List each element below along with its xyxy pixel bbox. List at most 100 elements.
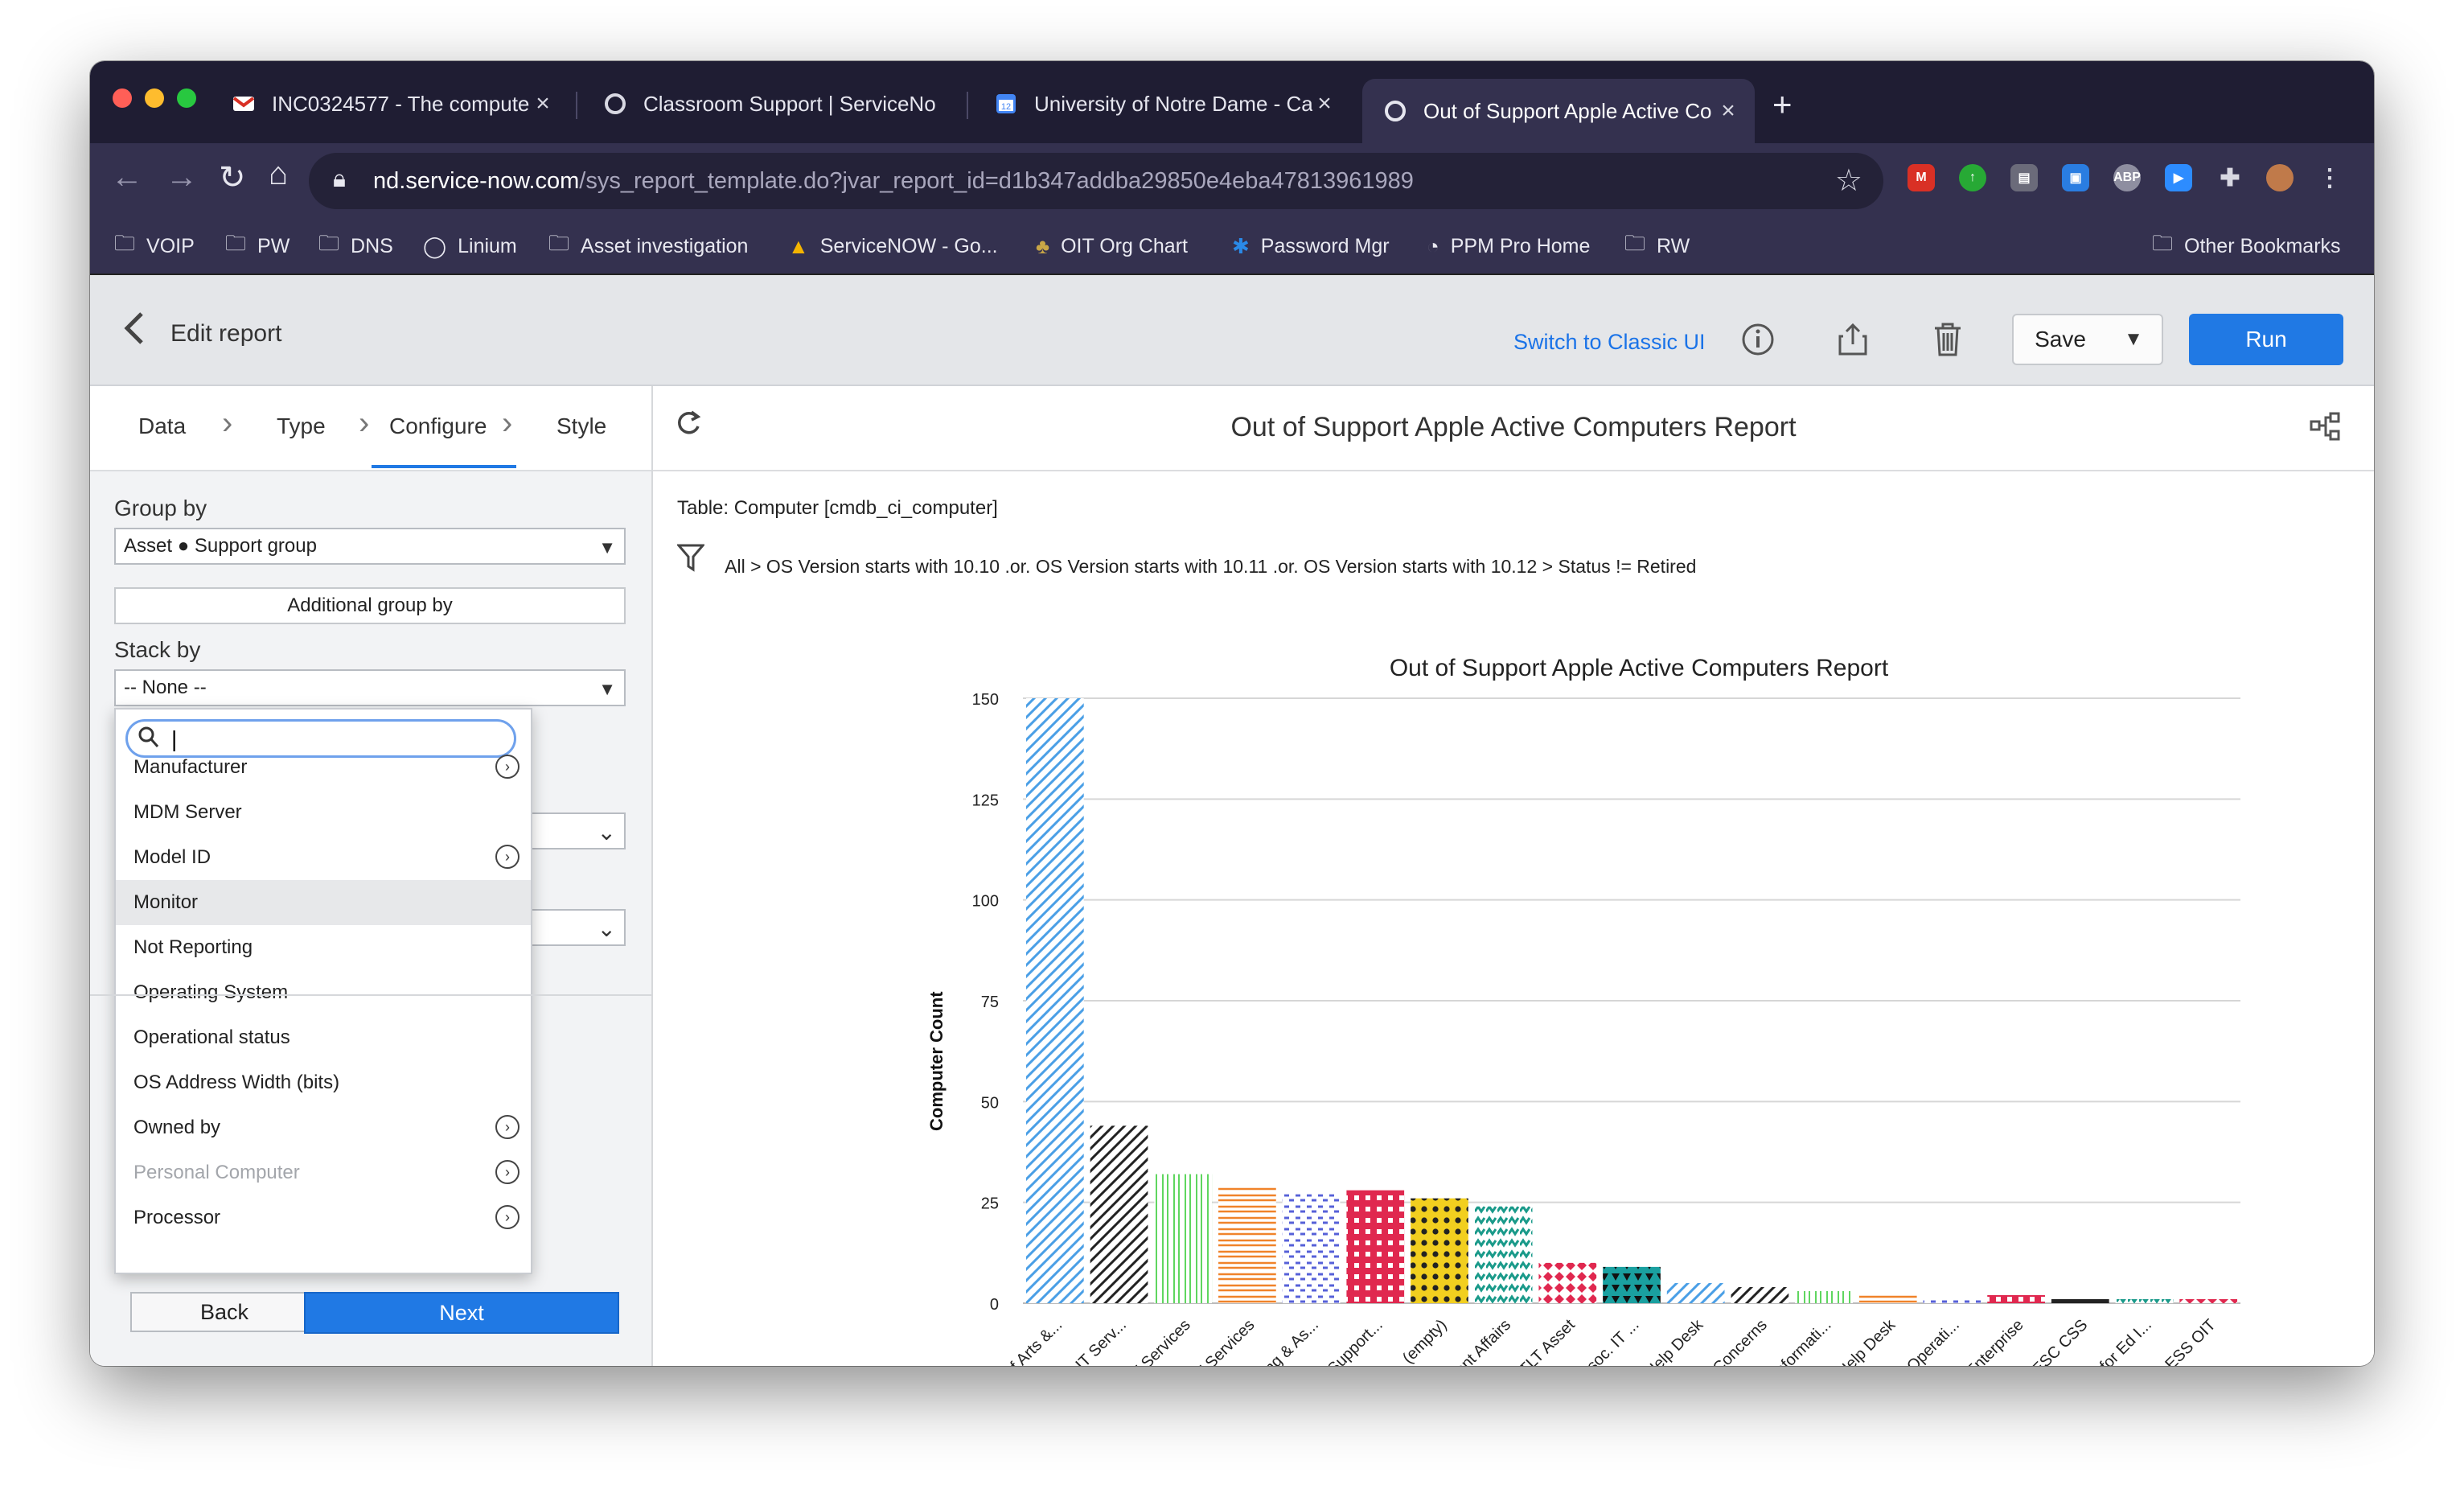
dropdown-option[interactable]: MDM Server	[116, 790, 531, 835]
next-button[interactable]: Next	[304, 1292, 619, 1334]
chevron-right-circle-icon[interactable]: ›	[495, 1205, 519, 1229]
bar[interactable]	[1154, 1174, 1213, 1303]
dropdown-option[interactable]: OS Address Width (bits)	[116, 1060, 531, 1105]
bookmark-asset-investigation[interactable]: 🗀︎ Asset investigation	[548, 230, 748, 262]
adblock-icon[interactable]: ABP	[2113, 164, 2141, 191]
group-by-select[interactable]: Asset ● Support group ▼	[114, 528, 626, 565]
filter-icon[interactable]	[676, 544, 706, 578]
share-icon[interactable]	[1837, 322, 1869, 365]
maximize-window-button[interactable]	[177, 88, 196, 108]
dropdown-option[interactable]: Manufacturer ›	[116, 745, 531, 790]
y-tick-label: 125	[972, 792, 999, 809]
browser-tab-active[interactable]: Out of Support Apple Active Co ×	[1362, 79, 1755, 143]
bar[interactable]	[1218, 1186, 1276, 1303]
hierarchy-icon[interactable]	[2310, 412, 2342, 448]
bar[interactable]	[1987, 1294, 2045, 1303]
chevron-right-circle-icon[interactable]: ›	[495, 1160, 519, 1184]
caret-down-icon: ▼	[2124, 328, 2143, 350]
bookmark-star-icon[interactable]: ☆	[1835, 162, 1862, 199]
address-bar[interactable]: 🔒︎ nd.service-now.com/sys_report_templat…	[309, 153, 1883, 209]
bar[interactable]	[1858, 1294, 1917, 1303]
chevron-right-circle-icon[interactable]: ›	[495, 755, 519, 779]
obscured-select[interactable]: ⌄	[524, 812, 626, 849]
home-icon[interactable]: ⌂	[269, 156, 288, 192]
obscured-select[interactable]: ⌄	[524, 909, 626, 946]
extension-icon[interactable]: ▤	[2010, 164, 2038, 191]
dropdown-option-highlighted[interactable]: Monitor	[116, 880, 531, 925]
chevron-down-icon: ⌄	[597, 916, 616, 941]
bar[interactable]	[1731, 1286, 1789, 1303]
bar[interactable]	[1346, 1190, 1405, 1303]
profile-avatar[interactable]	[2266, 164, 2294, 191]
bar[interactable]	[1538, 1262, 1597, 1303]
tab-title: INC0324577 - The computer in	[272, 91, 531, 116]
bar[interactable]	[1411, 1198, 1468, 1303]
chevron-right-circle-icon[interactable]: ›	[495, 845, 519, 869]
chevron-left-icon[interactable]	[122, 311, 146, 356]
reload-icon[interactable]: ↻	[219, 159, 246, 196]
config-pane: Data › Type › Configure › Style Group by…	[90, 386, 653, 1366]
back-arrow-icon[interactable]: ←	[111, 159, 143, 195]
dropdown-option[interactable]: Owned by ›	[116, 1105, 531, 1150]
bar[interactable]	[1923, 1298, 1981, 1303]
bar[interactable]	[1795, 1290, 1853, 1303]
bookmark-voip[interactable]: 🗀︎ VOIP	[114, 230, 195, 262]
step-configure[interactable]: Configure	[389, 413, 487, 439]
y-tick-label: 75	[981, 993, 999, 1011]
gmail-extension-icon[interactable]: M	[1908, 164, 1935, 191]
y-tick-label: 0	[990, 1296, 999, 1314]
bookmark-password-mgr[interactable]: ✱ Password Mgr	[1232, 230, 1390, 262]
bookmark-pw[interactable]: 🗀︎ PW	[225, 230, 290, 262]
step-data[interactable]: Data	[138, 413, 186, 439]
browser-tab[interactable]: 12 University of Notre Dame - Cal ×	[973, 74, 1351, 134]
extension-icon[interactable]: ↑	[1959, 164, 1986, 191]
back-button[interactable]: Back	[130, 1292, 318, 1332]
servicenow-icon	[603, 92, 627, 116]
additional-group-by-button[interactable]: Additional group by	[114, 587, 626, 624]
bar[interactable]	[1666, 1282, 1725, 1303]
step-type[interactable]: Type	[277, 413, 326, 439]
bar[interactable]	[1282, 1194, 1341, 1303]
bar[interactable]	[2115, 1298, 2174, 1303]
extension-icon[interactable]: ▣	[2062, 164, 2089, 191]
delete-trash-icon[interactable]	[1932, 322, 1964, 365]
new-tab-icon[interactable]: +	[1772, 85, 1793, 124]
extensions-puzzle-icon[interactable]: ✚	[2216, 164, 2244, 191]
bar[interactable]	[2179, 1298, 2238, 1303]
close-tab-icon[interactable]: ×	[1312, 90, 1337, 117]
close-tab-icon[interactable]: ×	[1716, 97, 1740, 125]
bookmark-oit-org-chart[interactable]: ♣ OIT Org Chart	[1036, 230, 1188, 262]
close-tab-icon[interactable]: ×	[531, 90, 555, 117]
dropdown-option[interactable]: Processor ›	[116, 1195, 531, 1240]
bookmark-ppm-pro-home[interactable]: ◔ PPM Pro Home	[1427, 230, 1590, 262]
switch-to-classic-link[interactable]: Switch to Classic UI	[1513, 330, 1706, 355]
run-button[interactable]: Run	[2189, 314, 2343, 365]
bar[interactable]	[1090, 1125, 1148, 1303]
bookmark-dns[interactable]: 🗀︎ DNS	[318, 230, 393, 262]
bar[interactable]	[1603, 1266, 1661, 1303]
save-dropdown-button[interactable]: ▼	[2105, 314, 2163, 365]
bar[interactable]	[1025, 698, 1084, 1303]
browser-menu-icon[interactable]: ⋮	[2316, 164, 2343, 191]
browser-tab[interactable]: Classroom Support | ServiceNo	[582, 74, 960, 134]
dropdown-option[interactable]: Model ID ›	[116, 835, 531, 880]
bookmark-rw[interactable]: 🗀︎ RW	[1624, 230, 1690, 262]
minimize-window-button[interactable]	[145, 88, 164, 108]
stack-by-select[interactable]: -- None -- ▼	[114, 669, 626, 706]
x-tick-label: College of Arts &...	[959, 1316, 1066, 1366]
bookmark-servicenow-google[interactable]: ▲ ServiceNOW - Go...	[788, 230, 998, 262]
info-icon[interactable]	[1740, 322, 1776, 365]
forward-arrow-icon[interactable]: →	[166, 159, 198, 195]
save-button[interactable]: Save	[2012, 314, 2109, 365]
zoom-icon[interactable]: ▶	[2165, 164, 2192, 191]
google-drive-icon: ▲	[788, 233, 809, 258]
other-bookmarks[interactable]: 🗀︎ Other Bookmarks	[2152, 230, 2341, 262]
browser-tab[interactable]: INC0324577 - The computer in ×	[211, 74, 569, 134]
bar[interactable]	[1474, 1206, 1533, 1303]
dropdown-option[interactable]: Not Reporting	[116, 925, 531, 970]
chevron-right-circle-icon[interactable]: ›	[495, 1115, 519, 1139]
bookmark-linium[interactable]: ◯ Linium	[423, 230, 517, 262]
bar[interactable]	[2051, 1298, 2109, 1303]
close-window-button[interactable]	[113, 88, 132, 108]
step-style[interactable]: Style	[556, 413, 606, 439]
